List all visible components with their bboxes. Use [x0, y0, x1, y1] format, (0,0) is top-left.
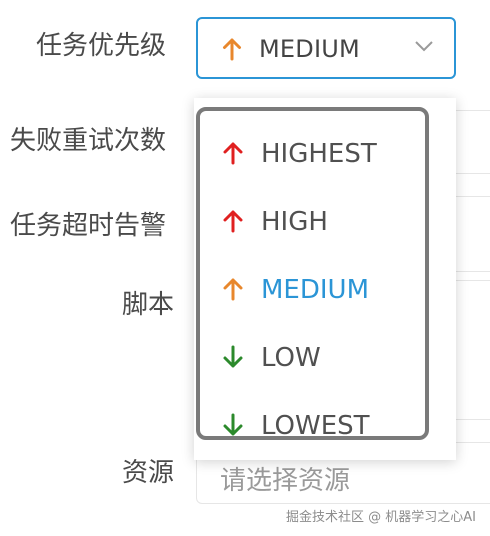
label-failure-retry-count: 失败重试次数: [10, 126, 167, 156]
resource-select-placeholder: 请选择资源: [220, 466, 351, 496]
priority-option-highest[interactable]: HIGHEST: [200, 119, 425, 181]
arrow-down-icon: [223, 345, 243, 368]
label-task-timeout-alert: 任务超时告警: [10, 211, 167, 241]
arrow-up-icon: [223, 278, 243, 301]
label-task-priority: 任务优先级: [36, 31, 167, 61]
arrow-up-icon: [223, 210, 243, 233]
arrow-up-icon: [223, 142, 243, 165]
option-label: MEDIUM: [261, 275, 370, 305]
priority-dropdown-menu: HIGHEST HIGH MEDIUM LOW LOWEST: [196, 107, 429, 440]
watermark-text: 掘金技术社区 @ 机器学习之心AI: [286, 510, 476, 525]
option-label: HIGH: [261, 207, 328, 237]
option-label: HIGHEST: [261, 139, 377, 169]
priority-option-low[interactable]: LOW: [200, 323, 425, 385]
option-label: LOW: [261, 343, 321, 373]
label-resource: 资源: [122, 458, 175, 488]
priority-select[interactable]: MEDIUM: [196, 17, 456, 79]
option-label: LOWEST: [261, 411, 370, 440]
priority-option-lowest[interactable]: LOWEST: [200, 391, 425, 440]
arrow-down-icon: [223, 413, 243, 436]
label-script: 脚本: [122, 290, 175, 320]
arrow-up-icon: [223, 38, 241, 61]
priority-option-medium[interactable]: MEDIUM: [200, 255, 425, 317]
priority-select-value: MEDIUM: [259, 35, 360, 63]
chevron-down-icon[interactable]: [414, 39, 434, 53]
priority-option-high[interactable]: HIGH: [200, 187, 425, 249]
